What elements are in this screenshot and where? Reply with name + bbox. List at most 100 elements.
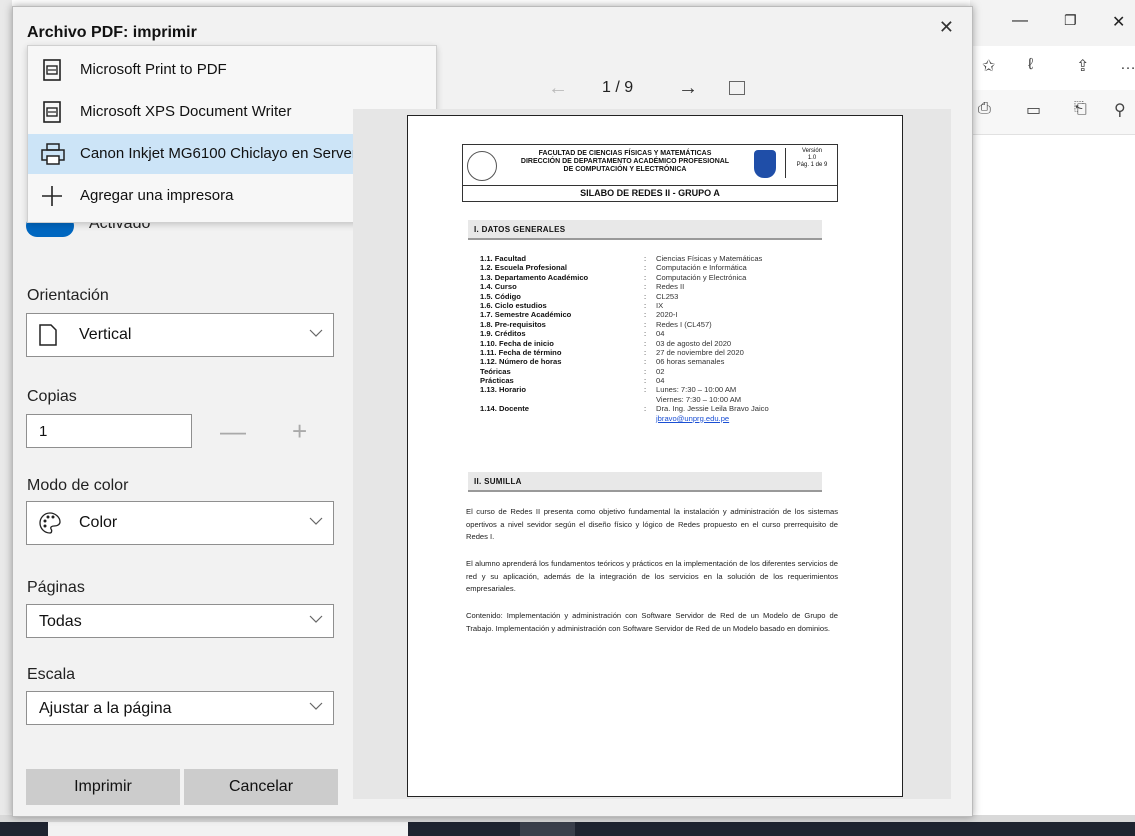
data-row-value: Computación e Informática bbox=[656, 263, 747, 273]
header-line: DIRECCIÓN DE DEPARTAMENTO ACADÉMICO PROF… bbox=[520, 158, 730, 165]
data-row: 1.7. Semestre Académico:2020-I bbox=[480, 310, 840, 319]
data-row-value: CL253 bbox=[656, 291, 679, 301]
scale-value: Ajustar a la página bbox=[39, 700, 172, 717]
data-row-key: 1.7. Semestre Académico bbox=[480, 310, 572, 320]
printer-option-label: Microsoft Print to PDF bbox=[80, 61, 227, 78]
data-row: 1.1. Facultad: Ciencias Físicas y Matemát… bbox=[480, 254, 840, 263]
dialog-close-button[interactable]: ✕ bbox=[939, 17, 954, 38]
pin-icon[interactable]: ⚲ bbox=[1114, 100, 1126, 120]
general-data-list: 1.1. Facultad: Ciencias Físicas y Matemát… bbox=[480, 254, 840, 423]
data-row-key: 1.8. Pre-requisitos bbox=[480, 319, 546, 329]
pages-select[interactable]: Todas bbox=[26, 604, 334, 638]
document-header-text: FACULTAD DE CIENCIAS FÍSICAS Y MATEMÁTIC… bbox=[503, 150, 747, 174]
page-indicator: 1 / 9 bbox=[602, 79, 634, 96]
taskbar-search[interactable] bbox=[48, 822, 408, 836]
taskbar-app[interactable] bbox=[520, 822, 575, 836]
data-row: 1.13. Horario: Lunes: 7:30 – 10:00 AM bbox=[480, 385, 840, 394]
share-icon[interactable]: ⇪ bbox=[1076, 56, 1089, 76]
data-row-key: 1.11. Fecha de término bbox=[480, 347, 562, 357]
data-row-colon: : bbox=[644, 263, 647, 273]
save-icon[interactable]: ▭ bbox=[1026, 100, 1041, 120]
browser-toolbar: ✩ ℓ ⇪ … bbox=[970, 46, 1135, 90]
data-row-key: 1.9. Créditos bbox=[480, 329, 526, 339]
data-row-value: Lunes: 7:30 – 10:00 AM bbox=[656, 385, 737, 395]
section-heading-text: II. SUMILLA bbox=[474, 477, 522, 486]
pen-icon[interactable]: ℓ bbox=[1028, 56, 1033, 74]
chevron-down-icon bbox=[309, 517, 323, 525]
data-row-value: Viernes: 7:30 – 10:00 AM bbox=[656, 394, 742, 404]
email-link[interactable]: jbravo@unprg.edu.pe bbox=[656, 414, 729, 423]
scale-label: Escala bbox=[27, 666, 76, 683]
data-row: Viernes: 7:30 – 10:00 AM bbox=[480, 395, 840, 404]
paragraph: El alumno aprenderá los fundamentos teór… bbox=[466, 559, 838, 594]
favorites-icon[interactable]: ✩ bbox=[982, 56, 995, 76]
page-portrait-icon bbox=[39, 324, 57, 346]
browser-titlebar: — ❐ ✕ bbox=[970, 0, 1135, 46]
data-row: 1.8. Pre-requisitos: Redes I (CL457) bbox=[480, 320, 840, 329]
printer-option-label: Agregar una impresora bbox=[80, 187, 234, 204]
copies-increment-button[interactable]: + bbox=[292, 418, 307, 444]
data-row-colon: : bbox=[644, 404, 647, 414]
data-row-colon: : bbox=[644, 347, 647, 357]
save-as-icon[interactable]: ⎗ bbox=[1074, 100, 1087, 118]
data-row-value: Redes I (CL457) bbox=[656, 319, 712, 329]
minimize-button[interactable]: — bbox=[1012, 12, 1028, 30]
data-row-colon: : bbox=[644, 376, 647, 386]
section-heading: II. SUMILLA bbox=[468, 472, 822, 492]
data-row-key: Prácticas bbox=[480, 376, 514, 386]
data-row-value: 03 de agosto del 2020 bbox=[656, 338, 732, 348]
more-icon[interactable]: … bbox=[1120, 56, 1135, 74]
section-heading: I. DATOS GENERALES bbox=[468, 220, 822, 240]
data-row-value: Dra. Ing. Jessie Leila Bravo Jaico bbox=[656, 404, 769, 414]
data-row-colon: : bbox=[644, 338, 647, 348]
pages-label: Páginas bbox=[27, 579, 85, 596]
data-row: 1.6. Ciclo estudios: IX bbox=[480, 301, 840, 310]
data-row-value: 2020-I bbox=[656, 310, 678, 320]
data-row: 1.11. Fecha de término:27 de noviembre d… bbox=[480, 348, 840, 357]
printer-option[interactable]: Microsoft Print to PDF bbox=[28, 50, 436, 90]
document-header: FACULTAD DE CIENCIAS FÍSICAS Y MATEMÁTIC… bbox=[462, 144, 838, 202]
chevron-down-icon bbox=[309, 329, 323, 337]
data-row-key: 1.6. Ciclo estudios bbox=[480, 300, 547, 310]
data-row-colon: : bbox=[644, 272, 647, 282]
document-preview-page: FACULTAD DE CIENCIAS FÍSICAS Y MATEMÁTIC… bbox=[407, 115, 903, 797]
data-row-key: 1.12. Número de horas bbox=[480, 357, 562, 367]
color-mode-label: Modo de color bbox=[27, 477, 129, 494]
orientation-select[interactable]: Vertical bbox=[26, 313, 334, 357]
data-row: jbravo@unprg.edu.pe bbox=[480, 414, 840, 423]
paragraph: Contenido: Implementación y administraci… bbox=[466, 611, 838, 633]
fit-page-icon[interactable] bbox=[729, 81, 745, 95]
maximize-button[interactable]: ❐ bbox=[1064, 12, 1077, 29]
cancel-button[interactable]: Cancelar bbox=[184, 769, 338, 805]
copies-decrement-button[interactable]: — bbox=[220, 418, 246, 444]
window-close-button[interactable]: ✕ bbox=[1112, 12, 1125, 32]
data-row-key: 1.5. Código bbox=[480, 291, 521, 301]
orientation-label: Orientación bbox=[27, 287, 109, 304]
version-line: 1.0 bbox=[807, 155, 817, 161]
palette-icon bbox=[39, 512, 61, 534]
color-mode-select[interactable]: Color bbox=[26, 501, 334, 545]
data-row: Prácticas:04 bbox=[480, 376, 840, 385]
pages-value: Todas bbox=[39, 613, 82, 630]
data-row-value: Computación y Electrónica bbox=[656, 272, 747, 282]
data-row-colon: : bbox=[644, 282, 647, 292]
data-row-value: 27 de noviembre del 2020 bbox=[656, 347, 744, 357]
scale-select[interactable]: Ajustar a la página bbox=[26, 691, 334, 725]
copies-input[interactable]: 1 bbox=[26, 414, 192, 448]
university-logo-icon bbox=[467, 151, 497, 181]
prev-page-button[interactable]: ← bbox=[548, 77, 568, 100]
printer-option-label: Microsoft XPS Document Writer bbox=[80, 103, 292, 120]
next-page-button[interactable]: → bbox=[678, 77, 698, 100]
print-button[interactable]: Imprimir bbox=[26, 769, 180, 805]
data-row: 1.10. Fecha de inicio:03 de agosto del 2… bbox=[480, 339, 840, 348]
browser-background: — ❐ ✕ ✩ ℓ ⇪ … ⎙ ▭ ⎗ ⚲ bbox=[970, 0, 1135, 836]
data-row: 1.12. Número de horas:06 horas semanales bbox=[480, 357, 840, 366]
data-row: 1.4. Curso: Redes II bbox=[480, 282, 840, 291]
chevron-down-icon bbox=[309, 702, 323, 710]
color-mode-value: Color bbox=[79, 514, 118, 531]
data-row-colon: : bbox=[644, 254, 647, 263]
data-row-key: 1.14. Docente bbox=[480, 404, 529, 414]
taskbar bbox=[0, 822, 1135, 836]
version-line: Pág. 1 de 9 bbox=[796, 162, 828, 168]
print-icon[interactable]: ⎙ bbox=[978, 100, 991, 118]
